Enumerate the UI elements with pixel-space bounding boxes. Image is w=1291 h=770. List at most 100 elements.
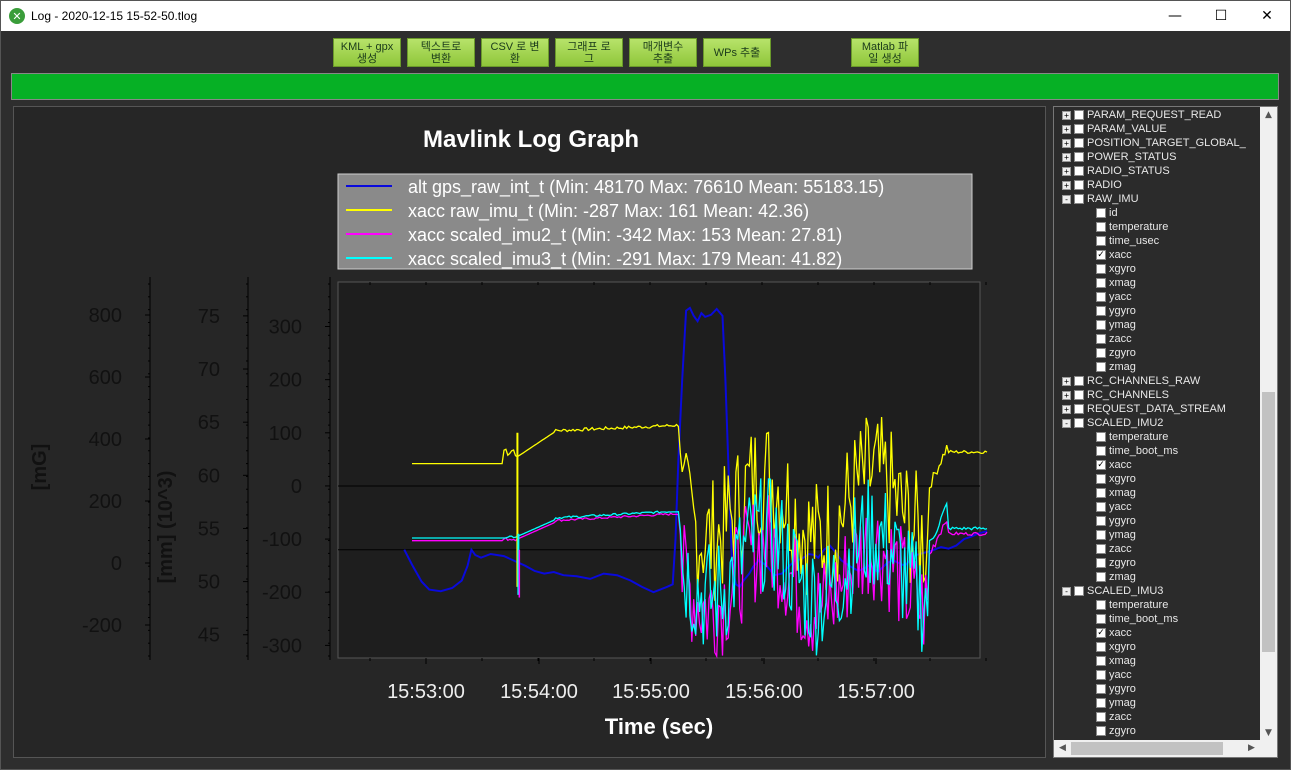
tree-group[interactable]: + POWER_STATUS <box>1062 150 1176 164</box>
tree-checkbox[interactable] <box>1074 152 1084 162</box>
tree-field[interactable]: id <box>1096 206 1118 220</box>
convert-to-text-button[interactable]: 텍스트로 변환 <box>407 38 475 67</box>
tree-checkbox[interactable] <box>1096 264 1106 274</box>
tree-field[interactable]: xgyro <box>1096 262 1136 276</box>
tree-group[interactable]: - SCALED_IMU3 <box>1062 584 1163 598</box>
tree-field[interactable]: temperature <box>1096 430 1168 444</box>
tree-checkbox[interactable] <box>1096 292 1106 302</box>
tree-field[interactable]: ✓ xacc <box>1096 458 1132 472</box>
tree-field[interactable]: zgyro <box>1096 346 1136 360</box>
convert-to-csv-button[interactable]: CSV 로 변 환 <box>481 38 549 67</box>
tree-field[interactable]: zacc <box>1096 542 1132 556</box>
tree-group[interactable]: + PARAM_VALUE <box>1062 122 1167 136</box>
tree-checkbox[interactable] <box>1074 418 1084 428</box>
tree-field[interactable]: ygyro <box>1096 514 1136 528</box>
tree-checkbox[interactable] <box>1074 180 1084 190</box>
tree-field[interactable]: xgyro <box>1096 472 1136 486</box>
tree-group[interactable]: + RC_CHANNELS <box>1062 388 1169 402</box>
maximize-button[interactable]: ☐ <box>1198 1 1244 31</box>
tree-group[interactable]: - SCALED_IMU2 <box>1062 416 1163 430</box>
tree-checkbox[interactable] <box>1074 138 1084 148</box>
tree-checkbox[interactable] <box>1074 376 1084 386</box>
expand-icon[interactable]: + <box>1062 124 1071 134</box>
tree-field[interactable]: ygyro <box>1096 682 1136 696</box>
scroll-left-icon[interactable]: ◀ <box>1054 740 1071 757</box>
expand-icon[interactable]: + <box>1062 166 1071 176</box>
tree-checkbox[interactable] <box>1096 684 1106 694</box>
tree-checkbox[interactable] <box>1096 362 1106 372</box>
tree-field[interactable]: ymag <box>1096 318 1136 332</box>
tree-checkbox[interactable] <box>1074 390 1084 400</box>
tree-checkbox[interactable]: ✓ <box>1096 628 1106 638</box>
tree-checkbox[interactable] <box>1096 208 1106 218</box>
collapse-icon[interactable]: - <box>1062 418 1071 428</box>
tree-checkbox[interactable] <box>1074 194 1084 204</box>
tree-checkbox[interactable] <box>1096 488 1106 498</box>
tree-checkbox[interactable] <box>1096 474 1106 484</box>
tree-checkbox[interactable] <box>1074 124 1084 134</box>
graph-panel[interactable]: Mavlink Log Graph 800 600 400 200 0 -200 [mG] 7… <box>13 106 1046 758</box>
tree-checkbox[interactable] <box>1096 432 1106 442</box>
tree-horizontal-scrollbar[interactable]: ◀ ▶ <box>1054 740 1277 757</box>
tree-field[interactable]: zacc <box>1096 332 1132 346</box>
close-button[interactable]: ✕ <box>1244 1 1290 31</box>
tree-group[interactable]: + RADIO <box>1062 178 1122 192</box>
tree-checkbox[interactable] <box>1074 166 1084 176</box>
extract-wps-button[interactable]: WPs 추출 <box>703 38 771 67</box>
tree-field[interactable]: xmag <box>1096 276 1136 290</box>
collapse-icon[interactable]: - <box>1062 586 1071 596</box>
tree-checkbox[interactable] <box>1096 698 1106 708</box>
tree-checkbox[interactable] <box>1096 306 1106 316</box>
tree-field[interactable]: yacc <box>1096 668 1132 682</box>
tree-field[interactable]: ✓ xacc <box>1096 626 1132 640</box>
tree-field[interactable]: temperature <box>1096 598 1168 612</box>
mavlink-log-graph[interactable]: Mavlink Log Graph 8006004002000-200[mG]7… <box>14 107 1045 757</box>
tree-checkbox[interactable] <box>1096 600 1106 610</box>
tree-checkbox[interactable]: ✓ <box>1096 250 1106 260</box>
tree-checkbox[interactable] <box>1096 530 1106 540</box>
tree-field[interactable]: zmag <box>1096 570 1136 584</box>
expand-icon[interactable]: + <box>1062 152 1071 162</box>
tree-checkbox[interactable] <box>1096 558 1106 568</box>
tree-checkbox[interactable]: ✓ <box>1096 460 1106 470</box>
tree-field[interactable]: xmag <box>1096 486 1136 500</box>
minimize-button[interactable]: — <box>1152 1 1198 31</box>
tree-field[interactable]: ygyro <box>1096 304 1136 318</box>
tree-checkbox[interactable] <box>1096 712 1106 722</box>
tree-checkbox[interactable] <box>1096 236 1106 246</box>
tree-group[interactable]: + RC_CHANNELS_RAW <box>1062 374 1200 388</box>
tree-checkbox[interactable] <box>1096 670 1106 680</box>
tree-checkbox[interactable] <box>1096 222 1106 232</box>
tree-field[interactable]: zmag <box>1096 360 1136 374</box>
tree-checkbox[interactable] <box>1096 544 1106 554</box>
tree-group[interactable]: + RADIO_STATUS <box>1062 164 1170 178</box>
tree-group[interactable]: + REQUEST_DATA_STREAM <box>1062 402 1226 416</box>
tree-field[interactable]: time_boot_ms <box>1096 612 1178 626</box>
expand-icon[interactable]: + <box>1062 180 1071 190</box>
expand-icon[interactable]: + <box>1062 110 1071 120</box>
tree-group[interactable]: - RAW_IMU <box>1062 192 1139 206</box>
create-kml-gpx-button[interactable]: KML + gpx 생성 <box>333 38 401 67</box>
tree-checkbox[interactable] <box>1096 348 1106 358</box>
tree-field[interactable]: temperature <box>1096 220 1168 234</box>
tree-checkbox[interactable] <box>1096 502 1106 512</box>
tree-field[interactable]: xmag <box>1096 654 1136 668</box>
title-bar[interactable]: ✕ Log - 2020-12-15 15-52-50.tlog — ☐ ✕ <box>1 1 1290 31</box>
tree-checkbox[interactable] <box>1096 614 1106 624</box>
expand-icon[interactable]: + <box>1062 376 1071 386</box>
tree-group[interactable]: + POSITION_TARGET_GLOBAL_ <box>1062 136 1246 150</box>
tree-checkbox[interactable] <box>1096 278 1106 288</box>
tree-checkbox[interactable] <box>1096 726 1106 736</box>
expand-icon[interactable]: + <box>1062 138 1071 148</box>
tree-field[interactable]: xgyro <box>1096 640 1136 654</box>
tree-checkbox[interactable] <box>1096 656 1106 666</box>
tree-checkbox[interactable] <box>1096 572 1106 582</box>
scroll-up-icon[interactable]: ▲ <box>1260 107 1277 124</box>
create-matlab-button[interactable]: Matlab 파 일 생성 <box>851 38 919 67</box>
scroll-right-icon[interactable]: ▶ <box>1243 740 1260 757</box>
tree-group[interactable]: + PARAM_REQUEST_READ <box>1062 108 1221 122</box>
tree-field[interactable]: ymag <box>1096 696 1136 710</box>
tree-field[interactable]: yacc <box>1096 290 1132 304</box>
graph-log-button[interactable]: 그래프 로 그 <box>555 38 623 67</box>
collapse-icon[interactable]: - <box>1062 194 1071 204</box>
